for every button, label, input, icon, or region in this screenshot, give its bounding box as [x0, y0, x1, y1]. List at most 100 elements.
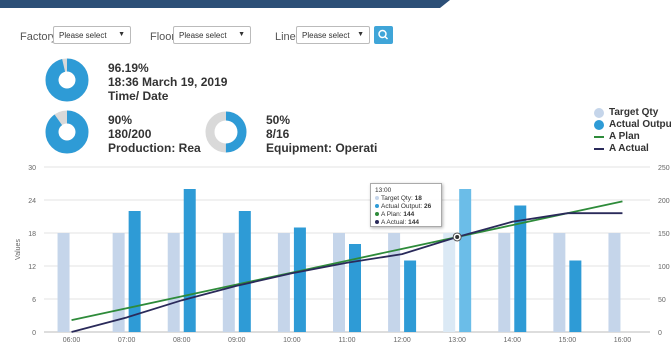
equipment-counts: 8/16	[266, 127, 290, 141]
factory-select-value: Please select	[59, 31, 107, 40]
line-a-actual	[71, 212, 623, 333]
search-icon	[378, 29, 389, 40]
overall-kpi: 96.19% 18:36 March 19, 2019 Time/ Date	[108, 61, 227, 103]
tooltip-target-value: 18	[414, 195, 422, 202]
bar-target-qty	[277, 233, 290, 332]
factory-select[interactable]: Please select ▼	[53, 26, 131, 44]
floor-select[interactable]: Please select ▼	[173, 26, 251, 44]
x-tick-label: 13:00	[448, 337, 466, 344]
overall-datetime: 18:36 March 19, 2019	[108, 75, 228, 89]
production-chart: 0 6 12 18 24 30 0 50 100 150 200 250 Values 06:00 07:0…	[15, 165, 670, 344]
production-label: Production: Rea	[108, 141, 201, 155]
equipment-label: Equipment: Operati	[266, 141, 378, 155]
hover-marker-inner	[455, 234, 460, 239]
y2-tick-label: 250	[658, 165, 670, 172]
x-tick-label: 16:00	[614, 337, 632, 344]
y2-tick-label: 0	[658, 330, 662, 337]
bar-target-qty	[167, 233, 180, 332]
bar-target-qty	[553, 233, 566, 332]
y-axis-label: Values	[15, 239, 22, 260]
bar-actual-output	[459, 189, 472, 332]
legend-plan-label[interactable]: A Plan	[609, 131, 640, 142]
y2-tick-label: 200	[658, 198, 670, 205]
production-percent: 90%	[108, 113, 133, 127]
tooltip-target-label: Target Qty:	[381, 195, 415, 202]
tooltip-aactual-label: A Actual:	[381, 219, 409, 226]
tooltip-actual-value: 26	[424, 203, 432, 210]
bar-target-qty	[333, 233, 345, 332]
bar-actual-output	[293, 227, 306, 332]
tooltip-aactual-row: A Actual: 144	[375, 219, 437, 227]
tooltip-actual-row: Actual Output: 26	[375, 203, 437, 211]
overall-label: Time/ Date	[108, 89, 169, 103]
bar-target-qty	[498, 233, 511, 332]
tooltip-target-row: Target Qty: 18	[375, 195, 437, 203]
y-tick-label: 6	[32, 297, 36, 304]
chevron-down-icon: ▼	[238, 31, 245, 38]
y-tick-label: 30	[28, 165, 36, 172]
legend-aactual-marker	[594, 148, 604, 150]
equipment-kpi: 50% 8/16 Equipment: Operati	[266, 113, 377, 155]
tooltip-plan-dot	[375, 212, 379, 216]
production-kpi: 90% 180/200 Production: Rea	[108, 113, 201, 155]
equipment-donut	[205, 111, 247, 153]
line-select[interactable]: Please select ▼	[296, 26, 370, 44]
bar-target-qty	[388, 233, 401, 332]
tooltip-plan-label: A Plan:	[381, 211, 404, 218]
header-bar	[0, 0, 440, 8]
tooltip-plan-value: 144	[403, 211, 415, 218]
bar-actual-output	[238, 211, 251, 332]
y-tick-label: 12	[28, 264, 36, 271]
x-tick-label: 11:00	[339, 337, 356, 344]
production-donut	[45, 110, 89, 154]
factory-label: Factory	[20, 31, 57, 43]
x-tick-label: 09:00	[228, 337, 246, 344]
tooltip-actual-label: Actual Output:	[381, 203, 424, 210]
y2-tick-label: 150	[658, 231, 670, 238]
legend-actual-marker	[594, 120, 604, 130]
tooltip-plan-row: A Plan: 144	[375, 211, 437, 219]
x-tick-label: 15:00	[559, 337, 577, 344]
legend-aactual-label[interactable]: A Actual	[609, 143, 649, 154]
chart-tooltip: 13:00 Target Qty: 18 Actual Output: 26 A…	[370, 183, 442, 227]
bar-actual-output	[404, 260, 417, 332]
y-tick-label: 18	[28, 231, 36, 238]
tooltip-actual-dot	[375, 204, 379, 208]
tooltip-aactual-value: 144	[408, 219, 419, 226]
line-a-plan	[71, 200, 623, 321]
tooltip-time: 13:00	[375, 187, 392, 194]
y-tick-label: 0	[32, 330, 36, 337]
x-tick-label: 10:00	[283, 337, 301, 344]
header-bar-cap	[440, 0, 450, 8]
legend-target-marker	[594, 108, 604, 118]
floor-select-value: Please select	[179, 31, 227, 40]
bar-target-qty	[443, 233, 456, 332]
chevron-down-icon: ▼	[118, 31, 125, 38]
legend-target-label[interactable]: Target Qty	[609, 107, 658, 118]
floor-label: Floor	[150, 31, 176, 43]
x-tick-label: 12:00	[393, 337, 411, 344]
equipment-percent: 50%	[266, 113, 291, 127]
overall-donut	[45, 58, 89, 102]
production-counts: 180/200	[108, 127, 152, 141]
bar-target-qty	[112, 233, 125, 332]
y2-tick-label: 100	[658, 264, 670, 271]
x-tick-label: 08:00	[173, 337, 191, 344]
tooltip-aactual-dot	[375, 220, 379, 224]
legend-plan-marker	[594, 136, 604, 138]
search-button[interactable]	[374, 26, 393, 44]
y-tick-label: 24	[28, 198, 36, 205]
tooltip-target-dot	[375, 196, 379, 200]
x-tick-label: 07:00	[118, 337, 136, 344]
legend-actual-label[interactable]: Actual Output	[609, 119, 671, 130]
overall-percent: 96.19%	[108, 61, 149, 75]
bar-actual-output	[569, 260, 582, 332]
x-tick-label: 14:00	[504, 337, 522, 344]
chevron-down-icon: ▼	[357, 31, 364, 38]
line-label: Line	[275, 31, 296, 43]
bar-target-qty	[57, 233, 70, 332]
y2-tick-label: 50	[658, 297, 666, 304]
bar-actual-output	[183, 189, 196, 332]
line-select-value: Please select	[302, 31, 350, 40]
x-tick-label: 06:00	[63, 337, 81, 344]
